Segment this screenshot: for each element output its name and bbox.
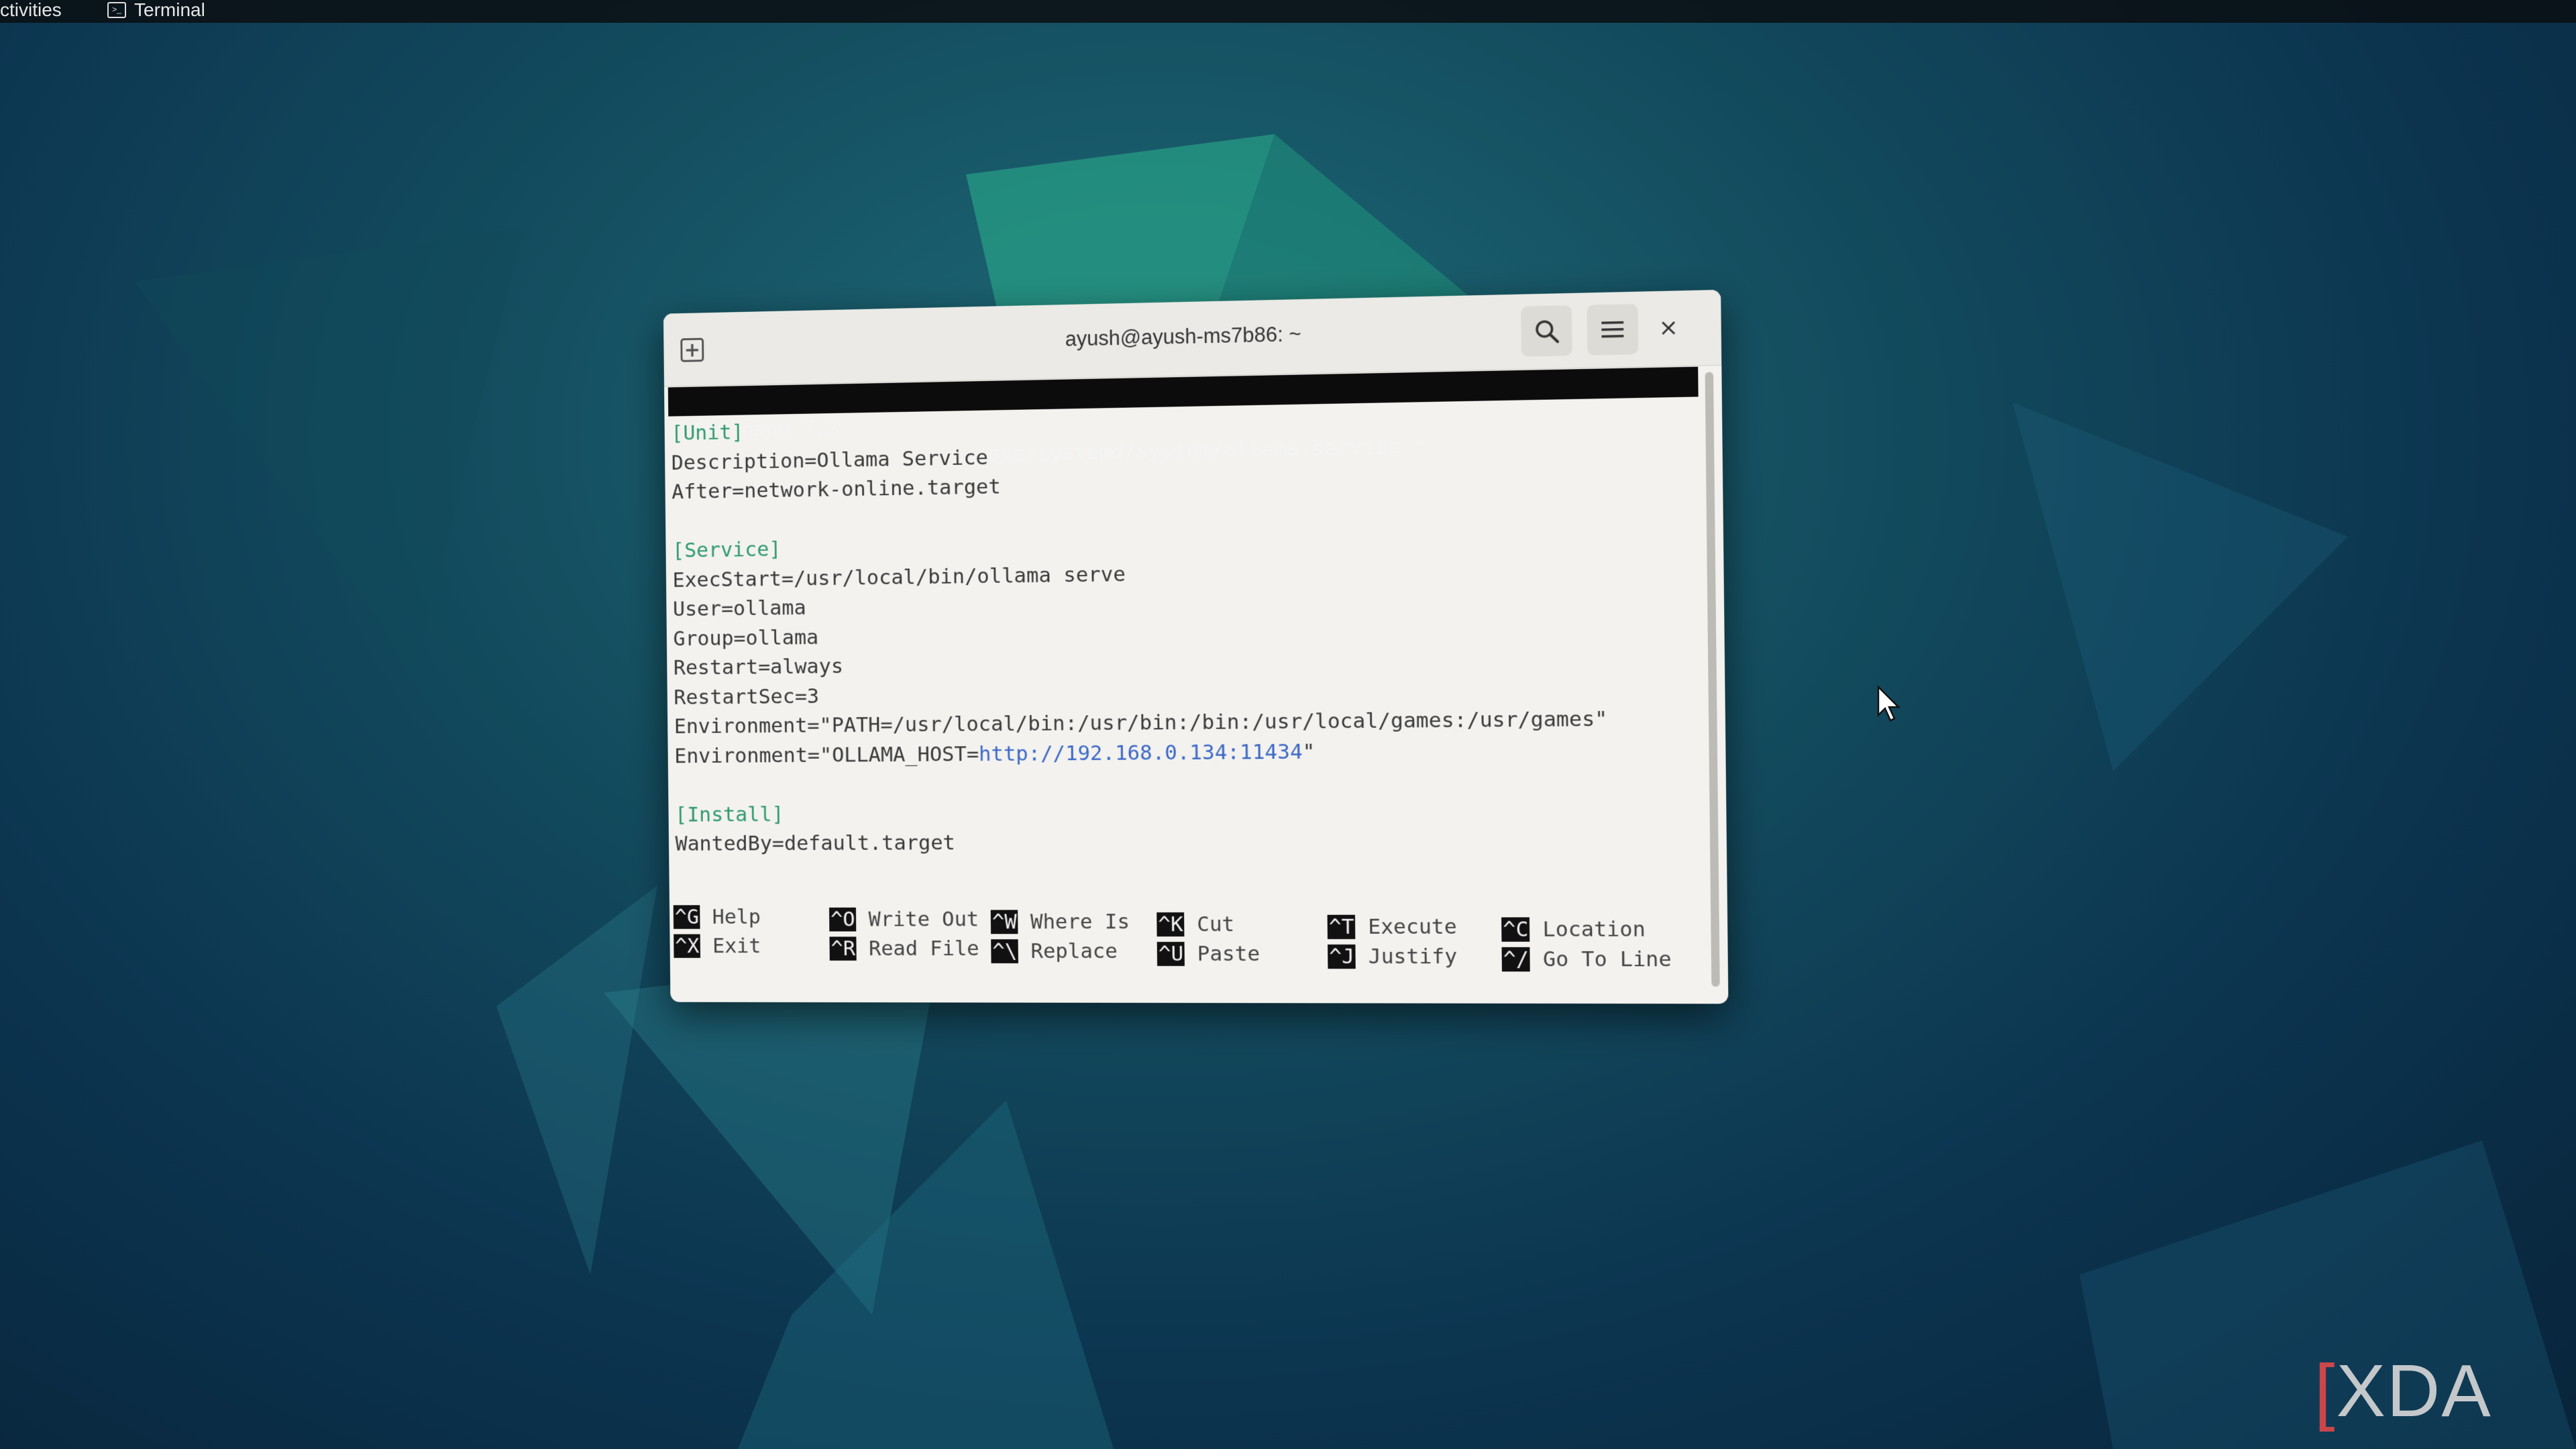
app-menu[interactable]: >_ Terminal	[107, 0, 205, 20]
editor-line: Group=ollama	[673, 625, 819, 651]
shortcut-label: Where Is	[1018, 910, 1130, 934]
shortcut-key: ^C	[1501, 917, 1530, 942]
watermark-text: XDA	[2336, 1350, 2492, 1432]
terminal-content[interactable]: GNU nano 7.2 /etc/systemd/system/ollama.…	[667, 366, 1705, 995]
shortcut-key: ^K	[1157, 912, 1185, 937]
shortcut-key: ^R	[829, 936, 857, 961]
editor-line: User=ollama	[672, 596, 806, 622]
line-text: "	[1302, 739, 1316, 764]
terminal-window: + ayush@ayush-ms7b86: ~ × GNU nano 7.2 /…	[663, 289, 1729, 1004]
shortcut-replace: ^\ Replace	[991, 936, 1118, 966]
shortcut-label: Cut	[1184, 912, 1235, 937]
editor-line: Description=Ollama Service	[671, 445, 989, 475]
xda-watermark: [XDA	[2314, 1348, 2492, 1434]
shortcut-key: ^\	[991, 939, 1019, 963]
editor-line: Environment="OLLAMA_HOST=http://192.168.…	[674, 737, 1316, 770]
activities-button[interactable]: ctivities	[0, 0, 62, 20]
search-icon	[1534, 318, 1560, 344]
nano-filename: /etc/systemd/system/ollama.service *	[975, 434, 1426, 467]
shortcut-label: Location	[1529, 917, 1646, 942]
section-header: [Service]	[672, 537, 782, 563]
shortcut-go-to-line: ^/ Go To Line	[1501, 945, 1672, 975]
shortcut-read-file: ^R Read File	[829, 934, 979, 963]
shortcut-location: ^C Location	[1501, 914, 1646, 945]
section-header: [Unit]	[671, 420, 744, 445]
close-icon: ×	[1658, 313, 1679, 342]
shortcut-label: Exit	[700, 934, 761, 958]
shortcut-cut: ^K Cut	[1157, 910, 1234, 939]
shortcut-label: Write Out	[856, 907, 979, 932]
shortcut-justify: ^J Justify	[1328, 942, 1457, 971]
shortcut-exit: ^X Exit	[674, 932, 761, 961]
shortcut-key: ^X	[674, 934, 701, 958]
shortcut-label: Replace	[1018, 939, 1118, 963]
editor-line: Restart=always	[673, 654, 844, 680]
section-header: [Install]	[675, 802, 784, 826]
hamburger-menu-icon	[1601, 321, 1624, 338]
url-link[interactable]: http://192.168.0.134:11434	[979, 739, 1303, 765]
shortcut-key: ^U	[1157, 942, 1185, 967]
editor-line: After=network-online.target	[672, 474, 1001, 504]
shortcut-label: Justify	[1355, 944, 1458, 969]
xda-logo-icon: [	[2314, 1350, 2337, 1432]
close-button[interactable]: ×	[1652, 311, 1685, 345]
shortcut-paste: ^U Paste	[1157, 939, 1260, 969]
shortcut-key: ^T	[1327, 914, 1356, 939]
search-button[interactable]	[1521, 305, 1572, 357]
terminal-icon: >_	[107, 2, 126, 18]
shortcut-execute: ^T Execute	[1327, 912, 1457, 942]
shortcut-key: ^J	[1328, 944, 1356, 969]
editor-line: WantedBy=default.target	[675, 830, 956, 856]
shortcut-key: ^O	[828, 907, 857, 932]
line-text: Environment="OLLAMA_HOST=	[674, 741, 979, 768]
scrollbar[interactable]	[1705, 372, 1720, 987]
shortcut-label: Go To Line	[1529, 947, 1672, 972]
top-bar: ctivities >_ Terminal	[0, 0, 2576, 23]
editor-line: RestartSec=3	[674, 684, 820, 710]
mouse-pointer-icon	[1877, 686, 1901, 722]
nano-shortcuts: ^G Help ^X Exit ^O Write Out ^R Read File ^W…	[673, 901, 1705, 976]
menu-button[interactable]	[1587, 303, 1639, 356]
shortcut-key: ^W	[990, 910, 1018, 934]
shortcut-label: Read File	[856, 936, 979, 961]
shortcut-label: Help	[700, 905, 761, 929]
shortcut-key: ^G	[673, 905, 700, 929]
app-name: Terminal	[134, 0, 205, 20]
editor-line: ExecStart=/usr/local/bin/ollama serve	[672, 561, 1126, 592]
shortcut-key: ^/	[1501, 947, 1531, 972]
shortcut-write-out: ^O Write Out	[828, 905, 979, 934]
shortcut-label: Paste	[1184, 941, 1260, 967]
shortcut-where-is: ^W Where Is	[990, 907, 1130, 936]
shortcut-label: Execute	[1355, 914, 1457, 939]
shortcut-help: ^G Help	[673, 902, 761, 931]
